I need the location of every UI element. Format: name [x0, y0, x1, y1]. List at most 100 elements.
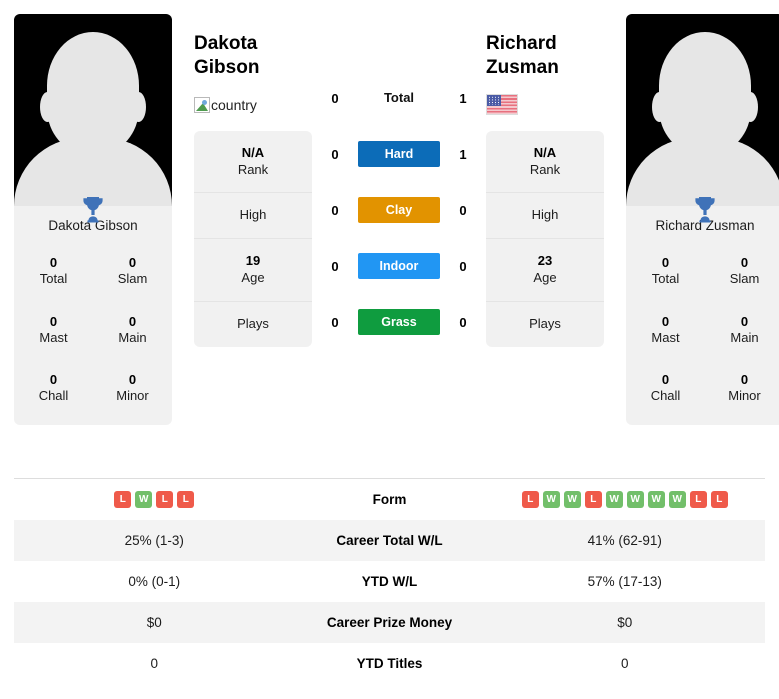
right-rank-label: Rank	[529, 161, 561, 177]
title-label: Minor	[728, 388, 761, 404]
stats-comparison-table: LWLL Form LWWLWWWWLL 25% (1-3) Career To…	[14, 478, 765, 684]
form-badge-loss[interactable]: L	[156, 491, 174, 508]
right-high-label: High	[531, 207, 559, 223]
right-player-name-line1: Richard	[486, 33, 557, 54]
flag-canton	[487, 95, 501, 107]
left-ytd-wl-value: 0% (0-1)	[128, 574, 181, 589]
title-value: 0	[128, 372, 137, 387]
h2h-surface-label: Total	[383, 90, 415, 105]
h2h-surface-label: Hard	[358, 141, 440, 167]
form-badge-win[interactable]: W	[647, 491, 665, 508]
left-age-value: 19	[245, 253, 261, 269]
form-badge-win[interactable]: W	[563, 491, 581, 508]
avatar-silhouette-ear-right	[131, 92, 146, 122]
title-cell: 0 Chall	[14, 360, 93, 419]
right-rank-value: N/A	[533, 144, 557, 160]
avatar-silhouette-ear-right	[743, 92, 758, 122]
title-label: Slam	[729, 271, 760, 287]
h2h-right-score: 1	[459, 146, 467, 162]
right-age-value: 23	[537, 253, 553, 269]
title-cell: 0 Main	[93, 302, 172, 361]
title-value: 0	[128, 313, 137, 329]
title-cell: 0 Mast	[626, 302, 705, 361]
right-player-card: Richard Zusman 0 Total 0 Slam 0 Mast 0 M…	[626, 14, 779, 425]
stats-label-form: Form	[372, 492, 407, 507]
h2h-row-total: 0 Total 1	[312, 70, 486, 126]
right-titles-grid: 0 Total 0 Slam 0 Mast 0 Main 0 Chall 0 M…	[626, 243, 779, 419]
left-form-strip: LWLL	[114, 491, 195, 508]
left-player-photo-column: Dakota Gibson 0 Total 0 Slam 0 Mast 0 Ma…	[14, 14, 172, 425]
form-badge-loss[interactable]: L	[177, 491, 195, 508]
avatar-silhouette-ear-left	[40, 92, 55, 122]
h2h-surface-indoor[interactable]: Indoor	[358, 253, 440, 279]
title-label: Mast	[39, 329, 68, 345]
h2h-left-score: 0	[331, 314, 339, 330]
left-titles-grid: 0 Total 0 Slam 0 Mast 0 Main 0 Chall 0 M…	[14, 243, 172, 419]
h2h-left-score: 0	[331, 146, 339, 162]
title-cell: 0 Minor	[93, 360, 172, 419]
left-player-flag-line: country	[194, 93, 312, 117]
form-badge-win[interactable]: W	[135, 491, 153, 508]
form-badge-loss[interactable]: L	[689, 491, 707, 508]
left-player-country-alt: country	[211, 96, 257, 113]
right-titles-grid-holder: 0 Total 0 Slam 0 Mast 0 Main 0 Chall 0 M…	[626, 197, 779, 419]
right-age-label: Age	[533, 270, 557, 286]
right-plays-label: Plays	[529, 316, 561, 332]
right-player-name-line2: Zusman	[486, 57, 559, 79]
left-plays-label: Plays	[237, 316, 269, 332]
h2h-surface-hard[interactable]: Hard	[358, 141, 440, 167]
left-age-row: 19 Age	[194, 239, 312, 303]
right-age-row: 23 Age	[486, 239, 604, 303]
form-badge-win[interactable]: W	[626, 491, 644, 508]
h2h-left-score: 0	[331, 90, 339, 106]
h2h-surface-total: Total	[358, 89, 440, 107]
h2h-right-score: 0	[459, 314, 467, 330]
right-high-row: High	[486, 193, 604, 240]
form-badge-loss[interactable]: L	[114, 491, 132, 508]
h2h-right-score: 1	[459, 90, 467, 106]
form-badge-loss[interactable]: L	[710, 491, 728, 508]
broken-image-icon	[194, 96, 210, 113]
title-label: Main	[730, 329, 759, 345]
h2h-row-indoor: 0 Indoor 0	[312, 238, 486, 294]
title-value: 0	[740, 372, 749, 387]
left-high-label: High	[239, 207, 267, 223]
left-high-row: High	[194, 193, 312, 240]
title-cell: 0 Total	[14, 243, 93, 302]
h2h-surface-grass[interactable]: Grass	[358, 309, 440, 335]
form-badge-win[interactable]: W	[668, 491, 686, 508]
title-cell: 0 Main	[705, 302, 779, 361]
avatar-silhouette-body	[14, 138, 172, 206]
form-badge-loss[interactable]: L	[584, 491, 602, 508]
right-form-cell: LWWLWWWWLL	[485, 491, 766, 508]
left-player-card: Dakota Gibson 0 Total 0 Slam 0 Mast 0 Ma…	[14, 14, 172, 425]
comparison-header: Dakota Gibson 0 Total 0 Slam 0 Mast 0 Ma…	[0, 0, 779, 478]
stats-label-career-wl: Career Total W/L	[336, 533, 443, 548]
left-rank-label: Rank	[237, 161, 269, 177]
title-cell: 0 Minor	[705, 360, 779, 419]
title-value: 0	[740, 313, 749, 329]
form-badge-win[interactable]: W	[605, 491, 623, 508]
right-prize-money-value: $0	[617, 615, 633, 630]
left-player-info-card: N/A Rank High 19 Age Plays	[194, 130, 312, 347]
title-label: Total	[651, 271, 680, 287]
right-plays-row: Plays	[486, 302, 604, 347]
left-player-name-line1: Dakota	[194, 33, 258, 54]
right-player-info-card: N/A Rank High 23 Age Plays	[486, 130, 604, 347]
stats-row-prize-money: $0 Career Prize Money $0	[14, 602, 765, 643]
left-player-name-block: Dakota Gibson country	[194, 14, 312, 117]
right-player-name: Richard Zusman	[486, 32, 604, 81]
left-form-cell: LWLL	[14, 491, 295, 508]
stats-row-career-wl: 25% (1-3) Career Total W/L 41% (62-91)	[14, 520, 765, 561]
left-player-card-name: Dakota Gibson	[48, 218, 138, 233]
h2h-surface-clay[interactable]: Clay	[358, 197, 440, 223]
right-player-photo-column: Richard Zusman 0 Total 0 Slam 0 Mast 0 M…	[626, 14, 779, 425]
h2h-row-grass: 0 Grass 0	[312, 294, 486, 350]
form-badge-loss[interactable]: L	[521, 491, 539, 508]
left-player-country-flag: country	[194, 96, 257, 113]
form-badge-win[interactable]: W	[542, 491, 560, 508]
right-player-name-block: Richard Zusman	[486, 14, 604, 117]
title-value: 0	[661, 372, 670, 387]
left-player-info-column: Dakota Gibson country N/A Rank High 19 A…	[194, 14, 312, 347]
h2h-right-score: 0	[459, 258, 467, 274]
